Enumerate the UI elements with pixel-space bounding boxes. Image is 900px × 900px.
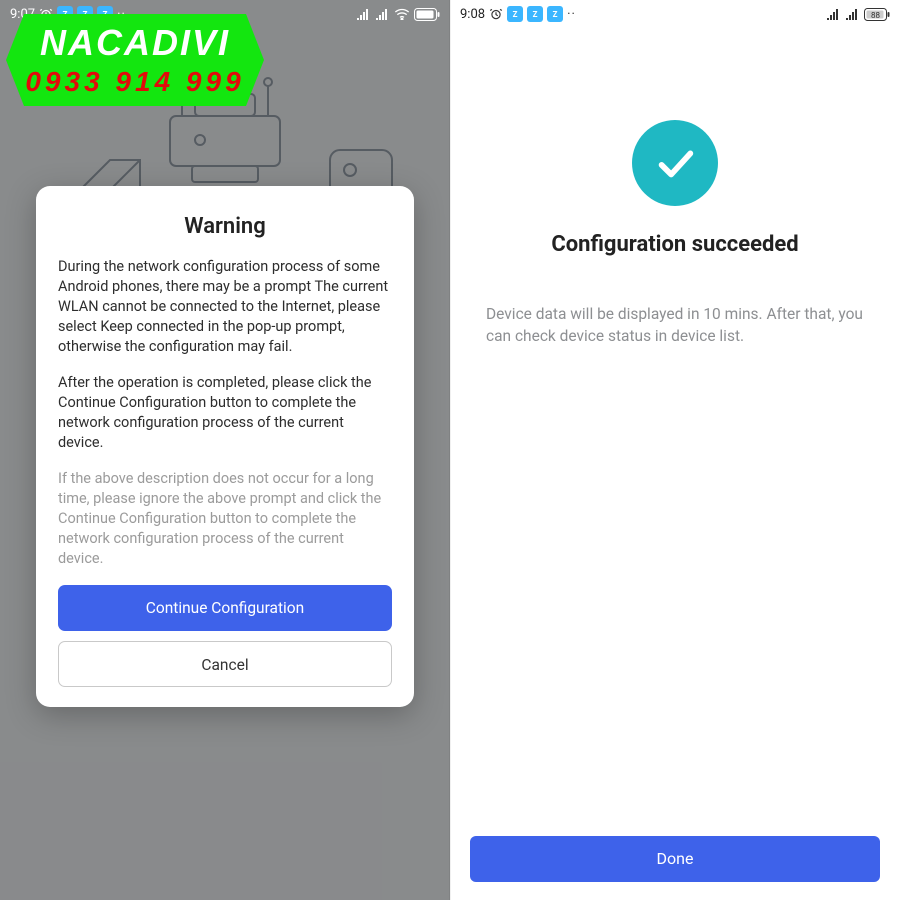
done-button[interactable]: Done [470, 836, 880, 882]
zalo-icon: Z [527, 6, 543, 22]
signal-icon [356, 8, 371, 20]
right-screenshot: 9:08 Z Z Z ·· 88 Configuration succeeded… [450, 0, 900, 900]
success-body: Device data will be displayed in 10 mins… [486, 303, 864, 348]
battery-icon: 88 [864, 8, 890, 21]
status-time: 9:08 [460, 7, 485, 22]
watermark-title: NACADIVI [6, 22, 264, 64]
watermark-banner: NACADIVI 0933 914 999 [6, 14, 264, 106]
signal-icon [826, 8, 841, 20]
continue-configuration-button[interactable]: Continue Configuration [58, 585, 392, 631]
status-bar-right: 9:08 Z Z Z ·· 88 [450, 0, 900, 28]
status-more-icon: ·· [567, 7, 576, 22]
signal-icon [845, 8, 860, 20]
modal-body: During the network configuration process… [58, 257, 392, 569]
watermark-phone: 0933 914 999 [6, 66, 264, 98]
success-check-icon [632, 120, 718, 206]
zalo-icon: Z [547, 6, 563, 22]
modal-title: Warning [58, 214, 392, 239]
success-title: Configuration succeeded [551, 232, 798, 257]
signal-icon [375, 8, 390, 20]
left-screenshot: 9:07 Z Z Z ·· Warning During the network… [0, 0, 450, 900]
warning-modal: Warning During the network configuration… [36, 186, 414, 707]
modal-paragraph-muted: If the above description does not occur … [58, 469, 392, 569]
svg-text:88: 88 [871, 11, 880, 20]
screenshot-divider [449, 0, 451, 900]
success-content: Configuration succeeded Device data will… [450, 28, 900, 836]
zalo-icon: Z [507, 6, 523, 22]
wifi-icon [394, 8, 410, 20]
battery-icon [414, 8, 440, 21]
cancel-button[interactable]: Cancel [58, 641, 392, 687]
modal-paragraph: After the operation is completed, please… [58, 373, 392, 453]
modal-paragraph: During the network configuration process… [58, 257, 392, 357]
alarm-icon [489, 7, 503, 21]
